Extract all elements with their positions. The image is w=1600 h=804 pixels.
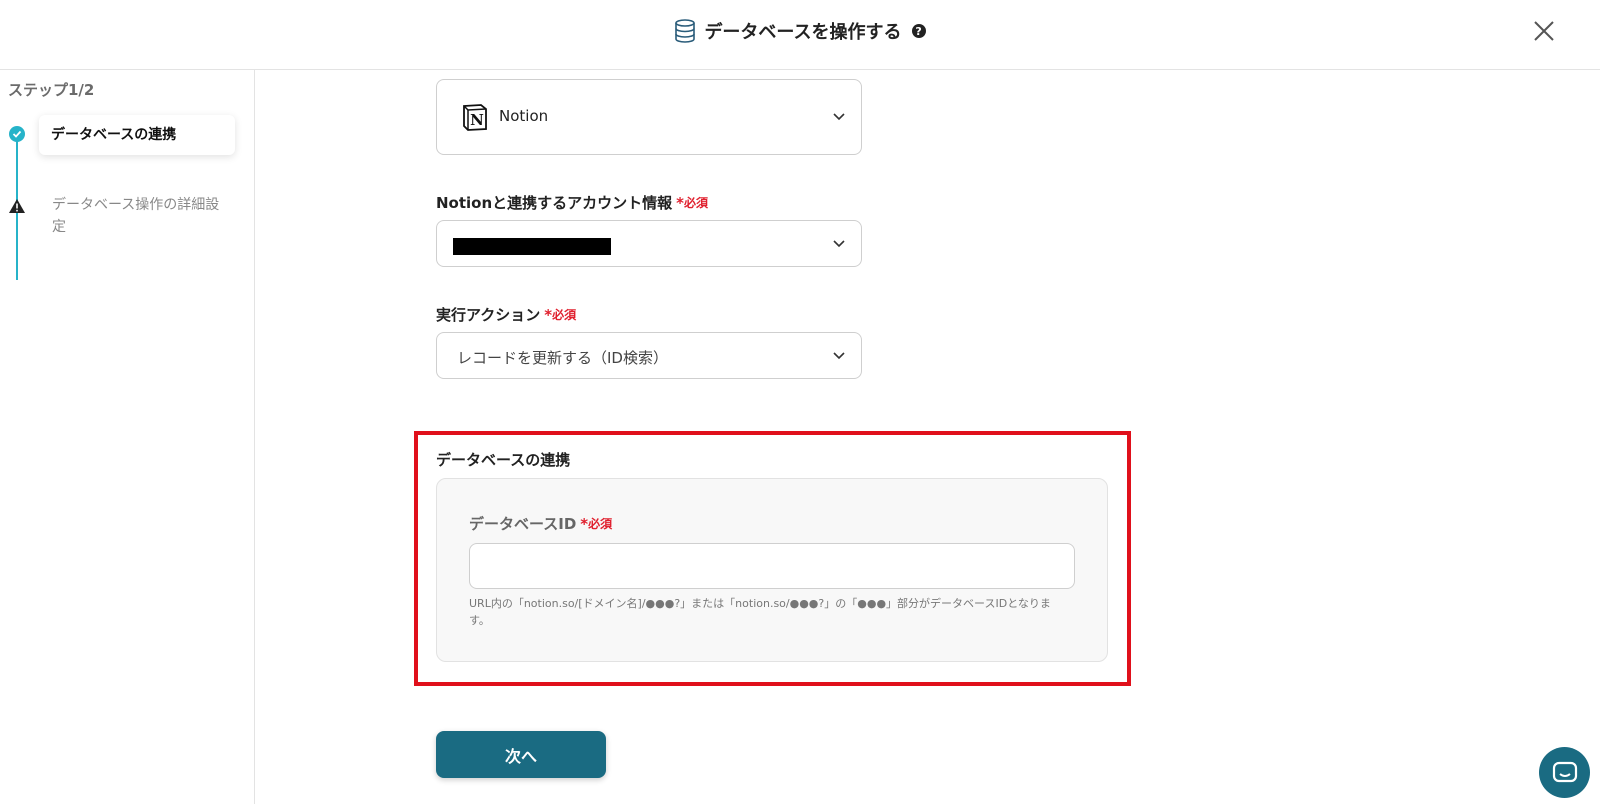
required-star: *: [580, 514, 589, 533]
chevron-down-icon: [833, 351, 845, 359]
action-select-value: レコードを更新する（ID検索）: [457, 349, 668, 367]
database-icon: [675, 19, 696, 43]
db-id-label-row: データベースID * 必須: [469, 513, 612, 534]
action-label-row: 実行アクション * 必須: [436, 304, 576, 325]
action-select[interactable]: レコードを更新する（ID検索）: [436, 332, 862, 379]
chevron-down-icon: [833, 113, 845, 121]
step-sidebar: ステップ1/2 データベースの連携 データベース操作の詳細設定: [0, 70, 255, 804]
account-select[interactable]: [436, 220, 862, 267]
required-badge: 必須: [588, 517, 613, 531]
svg-text:N: N: [470, 111, 484, 129]
action-label: 実行アクション: [436, 306, 541, 324]
db-id-hint: URL内の「notion.so/[ドメイン名]/●●●?」または「notion.…: [469, 597, 1051, 627]
notion-logo-icon: N: [463, 104, 487, 131]
check-icon: [9, 126, 25, 142]
question-circle-icon[interactable]: ?: [911, 24, 926, 38]
required-star: *: [544, 305, 553, 324]
redacted-account-value: [453, 238, 611, 255]
app-select[interactable]: N Notion: [436, 79, 862, 155]
sidebar-step-operation-details[interactable]: データベース操作の詳細設定: [52, 194, 232, 238]
database-id-input[interactable]: [469, 543, 1075, 589]
app-name: Notion: [499, 107, 549, 125]
required-badge: 必須: [552, 308, 577, 322]
db-id-label: データベースID: [469, 515, 577, 533]
modal-header: データベースを操作する ?: [0, 0, 1600, 70]
required-badge: 必須: [684, 196, 709, 210]
next-button[interactable]: 次へ: [436, 731, 606, 778]
warning-icon: [9, 199, 25, 213]
db-section-title: データベースの連携: [436, 451, 571, 469]
chat-icon: [1552, 761, 1577, 782]
required-star: *: [676, 193, 685, 212]
modal-title: データベースを操作する: [704, 22, 902, 43]
step-count: ステップ1/2: [8, 81, 95, 99]
db-section-panel: データベースID * 必須 URL内の「notion.so/[ドメイン名]/●●…: [436, 478, 1108, 662]
modal-title-row: データベースを操作する ?: [0, 18, 1600, 44]
account-label: Notionと連携するアカウント情報: [436, 194, 673, 212]
chat-launcher-button[interactable]: [1539, 747, 1590, 798]
sidebar-step-database-link[interactable]: データベースの連携: [39, 115, 235, 155]
chevron-down-icon: [833, 239, 845, 247]
close-icon[interactable]: [1532, 19, 1556, 43]
account-label-row: Notionと連携するアカウント情報 * 必須: [436, 192, 708, 213]
